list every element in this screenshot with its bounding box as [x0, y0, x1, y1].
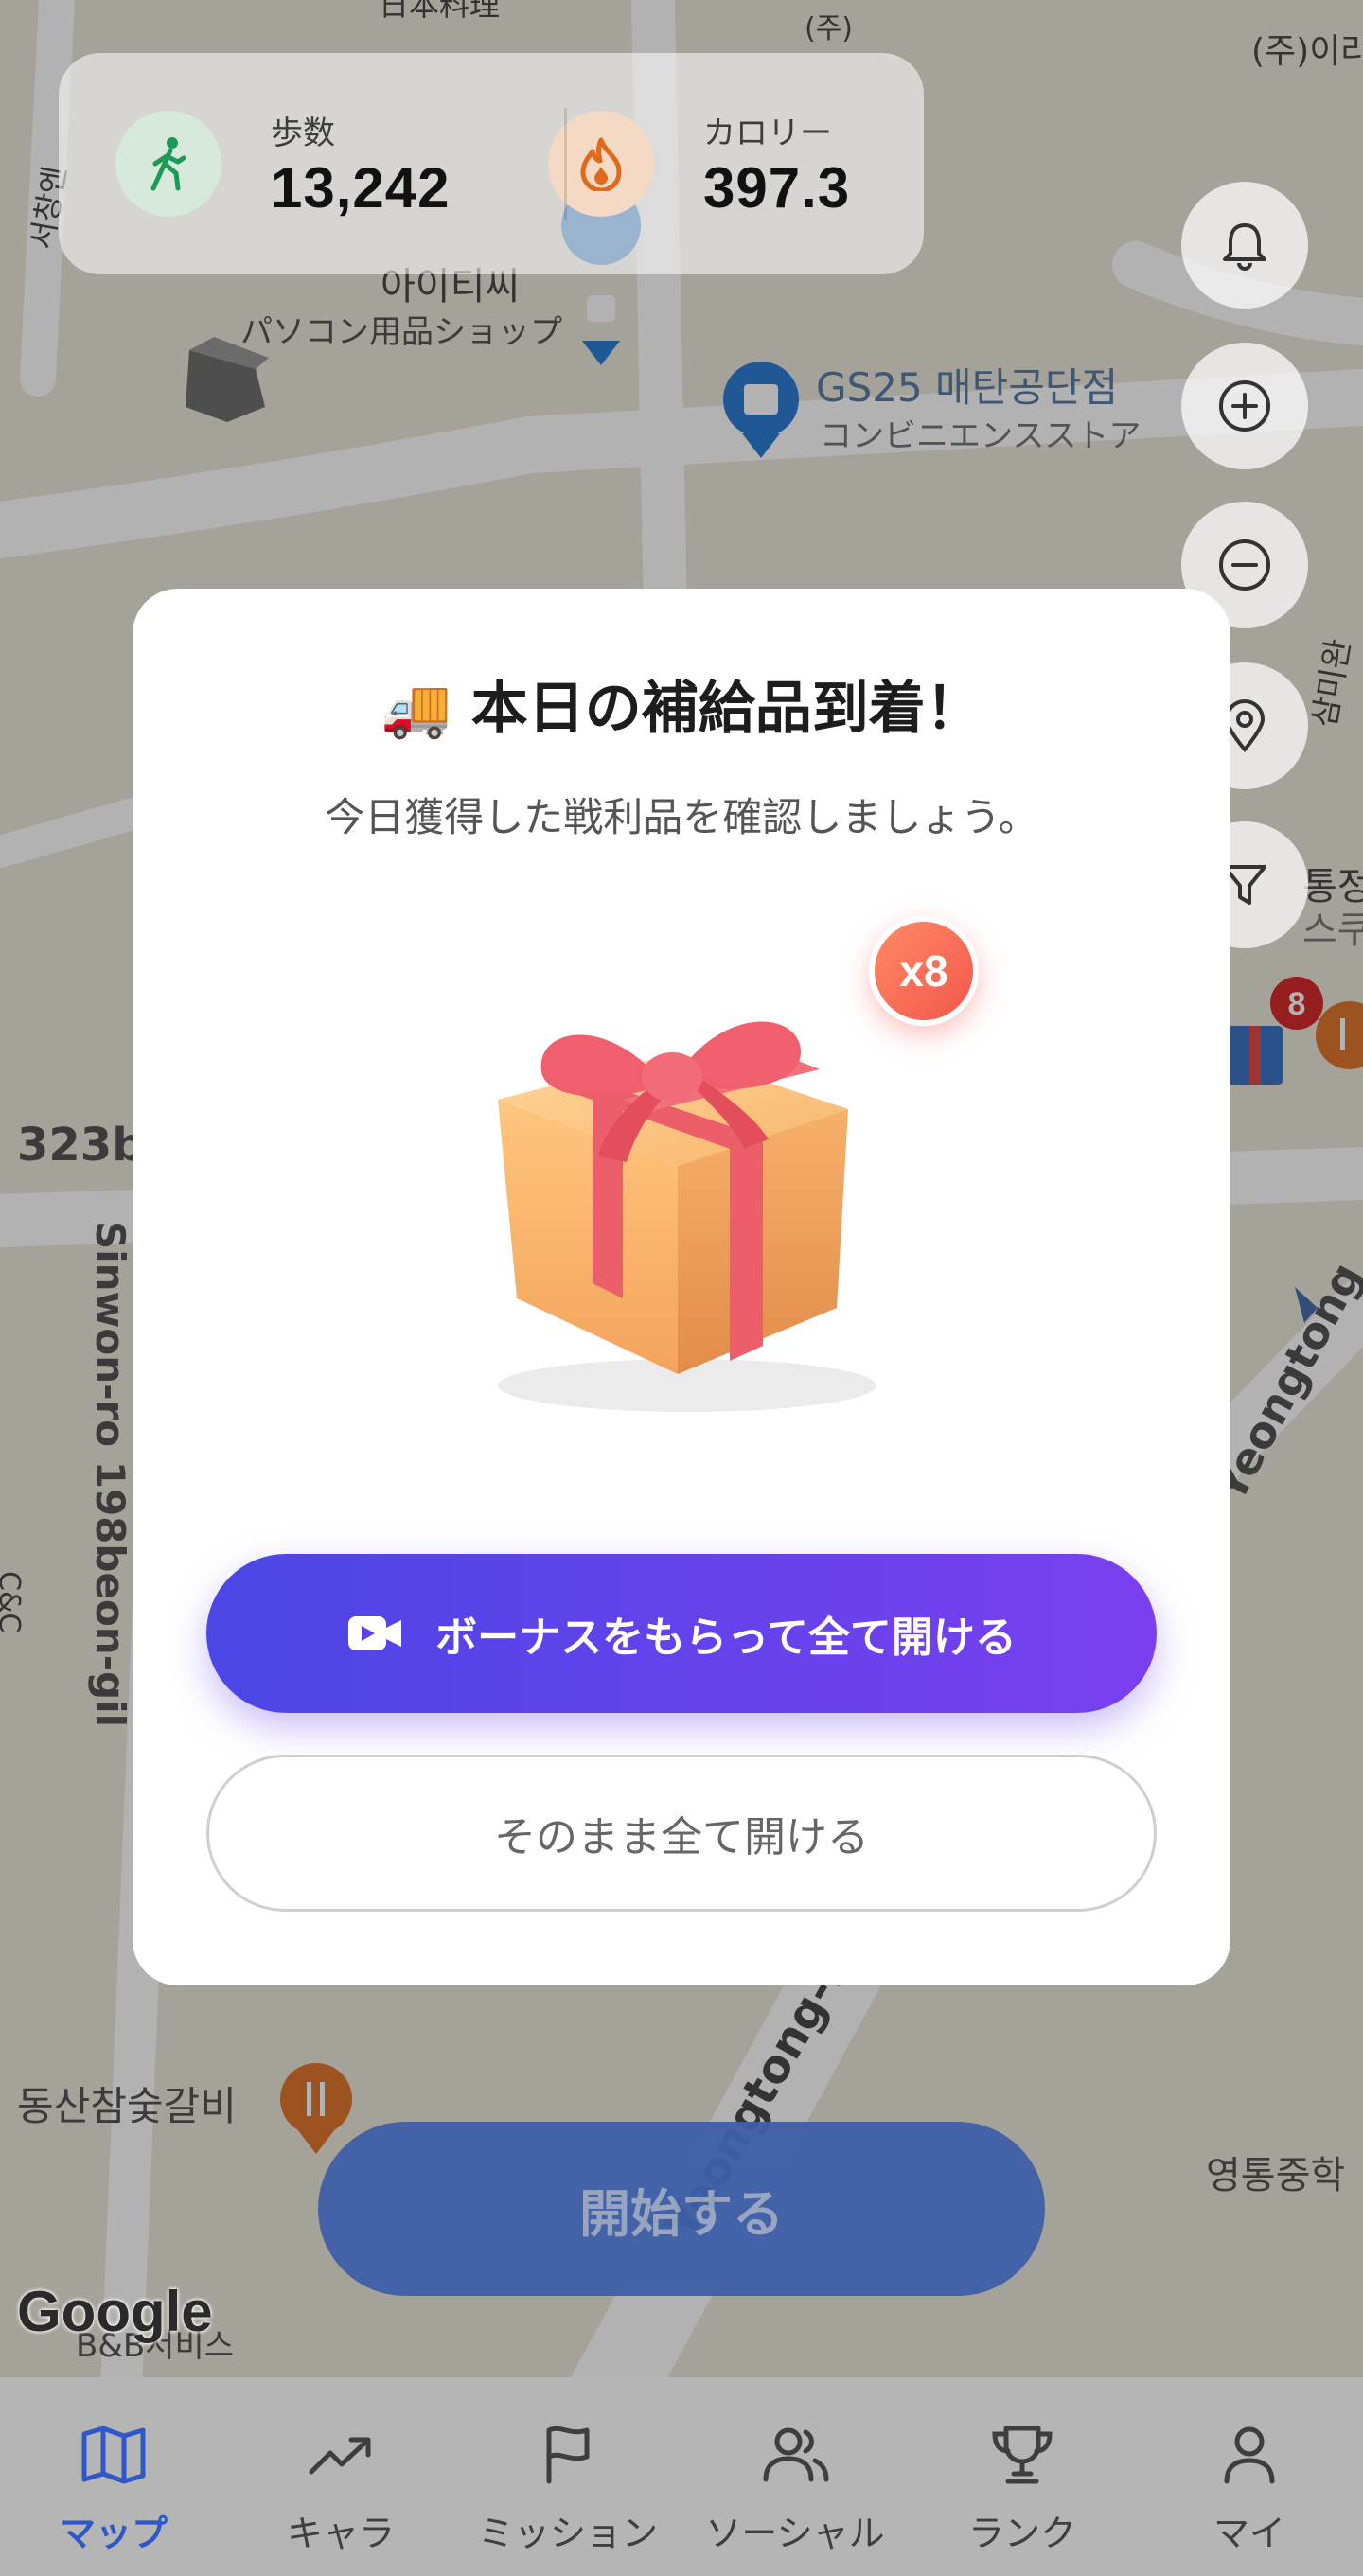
calories-stat: カロリー 397.3	[491, 107, 924, 221]
nav-label-map: マップ	[59, 2513, 168, 2554]
stats-card: 歩数 13,242 カロリー 397.3	[59, 53, 924, 274]
gift-count-badge: x8	[869, 916, 979, 1026]
trophy-icon	[991, 2415, 1053, 2495]
nav-item-map[interactable]: マップ	[0, 2377, 227, 2576]
bell-icon	[1223, 223, 1266, 271]
bottom-navigation: マップ キャラ ミッション ソーシャル ランク マイ	[0, 2377, 1363, 2576]
supply-arrival-dialog: 🚚 本日の補給品到着！ 今日獲得した戦利品を確認しましょう。 x8 ボーナスをも…	[133, 589, 1230, 1985]
nav-item-rank[interactable]: ランク	[909, 2377, 1136, 2576]
steps-stat: 歩数 13,242	[59, 107, 491, 221]
trend-icon	[308, 2415, 374, 2495]
nav-label-social: ソーシャル	[705, 2513, 885, 2554]
nav-item-my[interactable]: マイ	[1136, 2377, 1363, 2576]
flag-icon	[541, 2415, 594, 2495]
minus-icon	[1219, 539, 1270, 591]
video-icon	[346, 1613, 403, 1654]
nav-label-rank: ランク	[967, 2513, 1076, 2554]
stats-divider	[564, 108, 567, 220]
map-icon	[80, 2415, 147, 2495]
calories-label: カロリー	[703, 115, 832, 152]
steps-value: 13,242	[271, 156, 451, 220]
notification-button[interactable]	[1181, 182, 1308, 309]
bonus-open-all-label: ボーナスをもらって全て開ける	[435, 1614, 1017, 1662]
zoom-in-button[interactable]	[1181, 343, 1308, 469]
steps-label: 歩数	[271, 115, 335, 152]
person-icon	[1221, 2415, 1278, 2495]
users-icon	[760, 2415, 830, 2495]
walking-icon	[115, 111, 221, 217]
plus-icon	[1219, 380, 1270, 432]
nav-label-mission: ミッション	[477, 2513, 658, 2554]
dialog-subtitle: 今日獲得した戦利品を確認しましょう。	[325, 794, 1038, 840]
dialog-title: 🚚 本日の補給品到着！	[381, 676, 982, 742]
nav-label-character: キャラ	[286, 2513, 395, 2554]
open-all-button[interactable]: そのまま全て開ける	[206, 1755, 1157, 1912]
nav-item-character[interactable]: キャラ	[227, 2377, 454, 2576]
start-button[interactable]: 開始する	[318, 2122, 1045, 2296]
nav-item-social[interactable]: ソーシャル	[682, 2377, 909, 2576]
nav-item-mission[interactable]: ミッション	[454, 2377, 682, 2576]
nav-label-my: マイ	[1213, 2513, 1285, 2554]
calories-value: 397.3	[703, 156, 851, 220]
bonus-open-all-button[interactable]: ボーナスをもらって全て開ける	[206, 1554, 1157, 1713]
google-logo: Google	[17, 2280, 213, 2343]
